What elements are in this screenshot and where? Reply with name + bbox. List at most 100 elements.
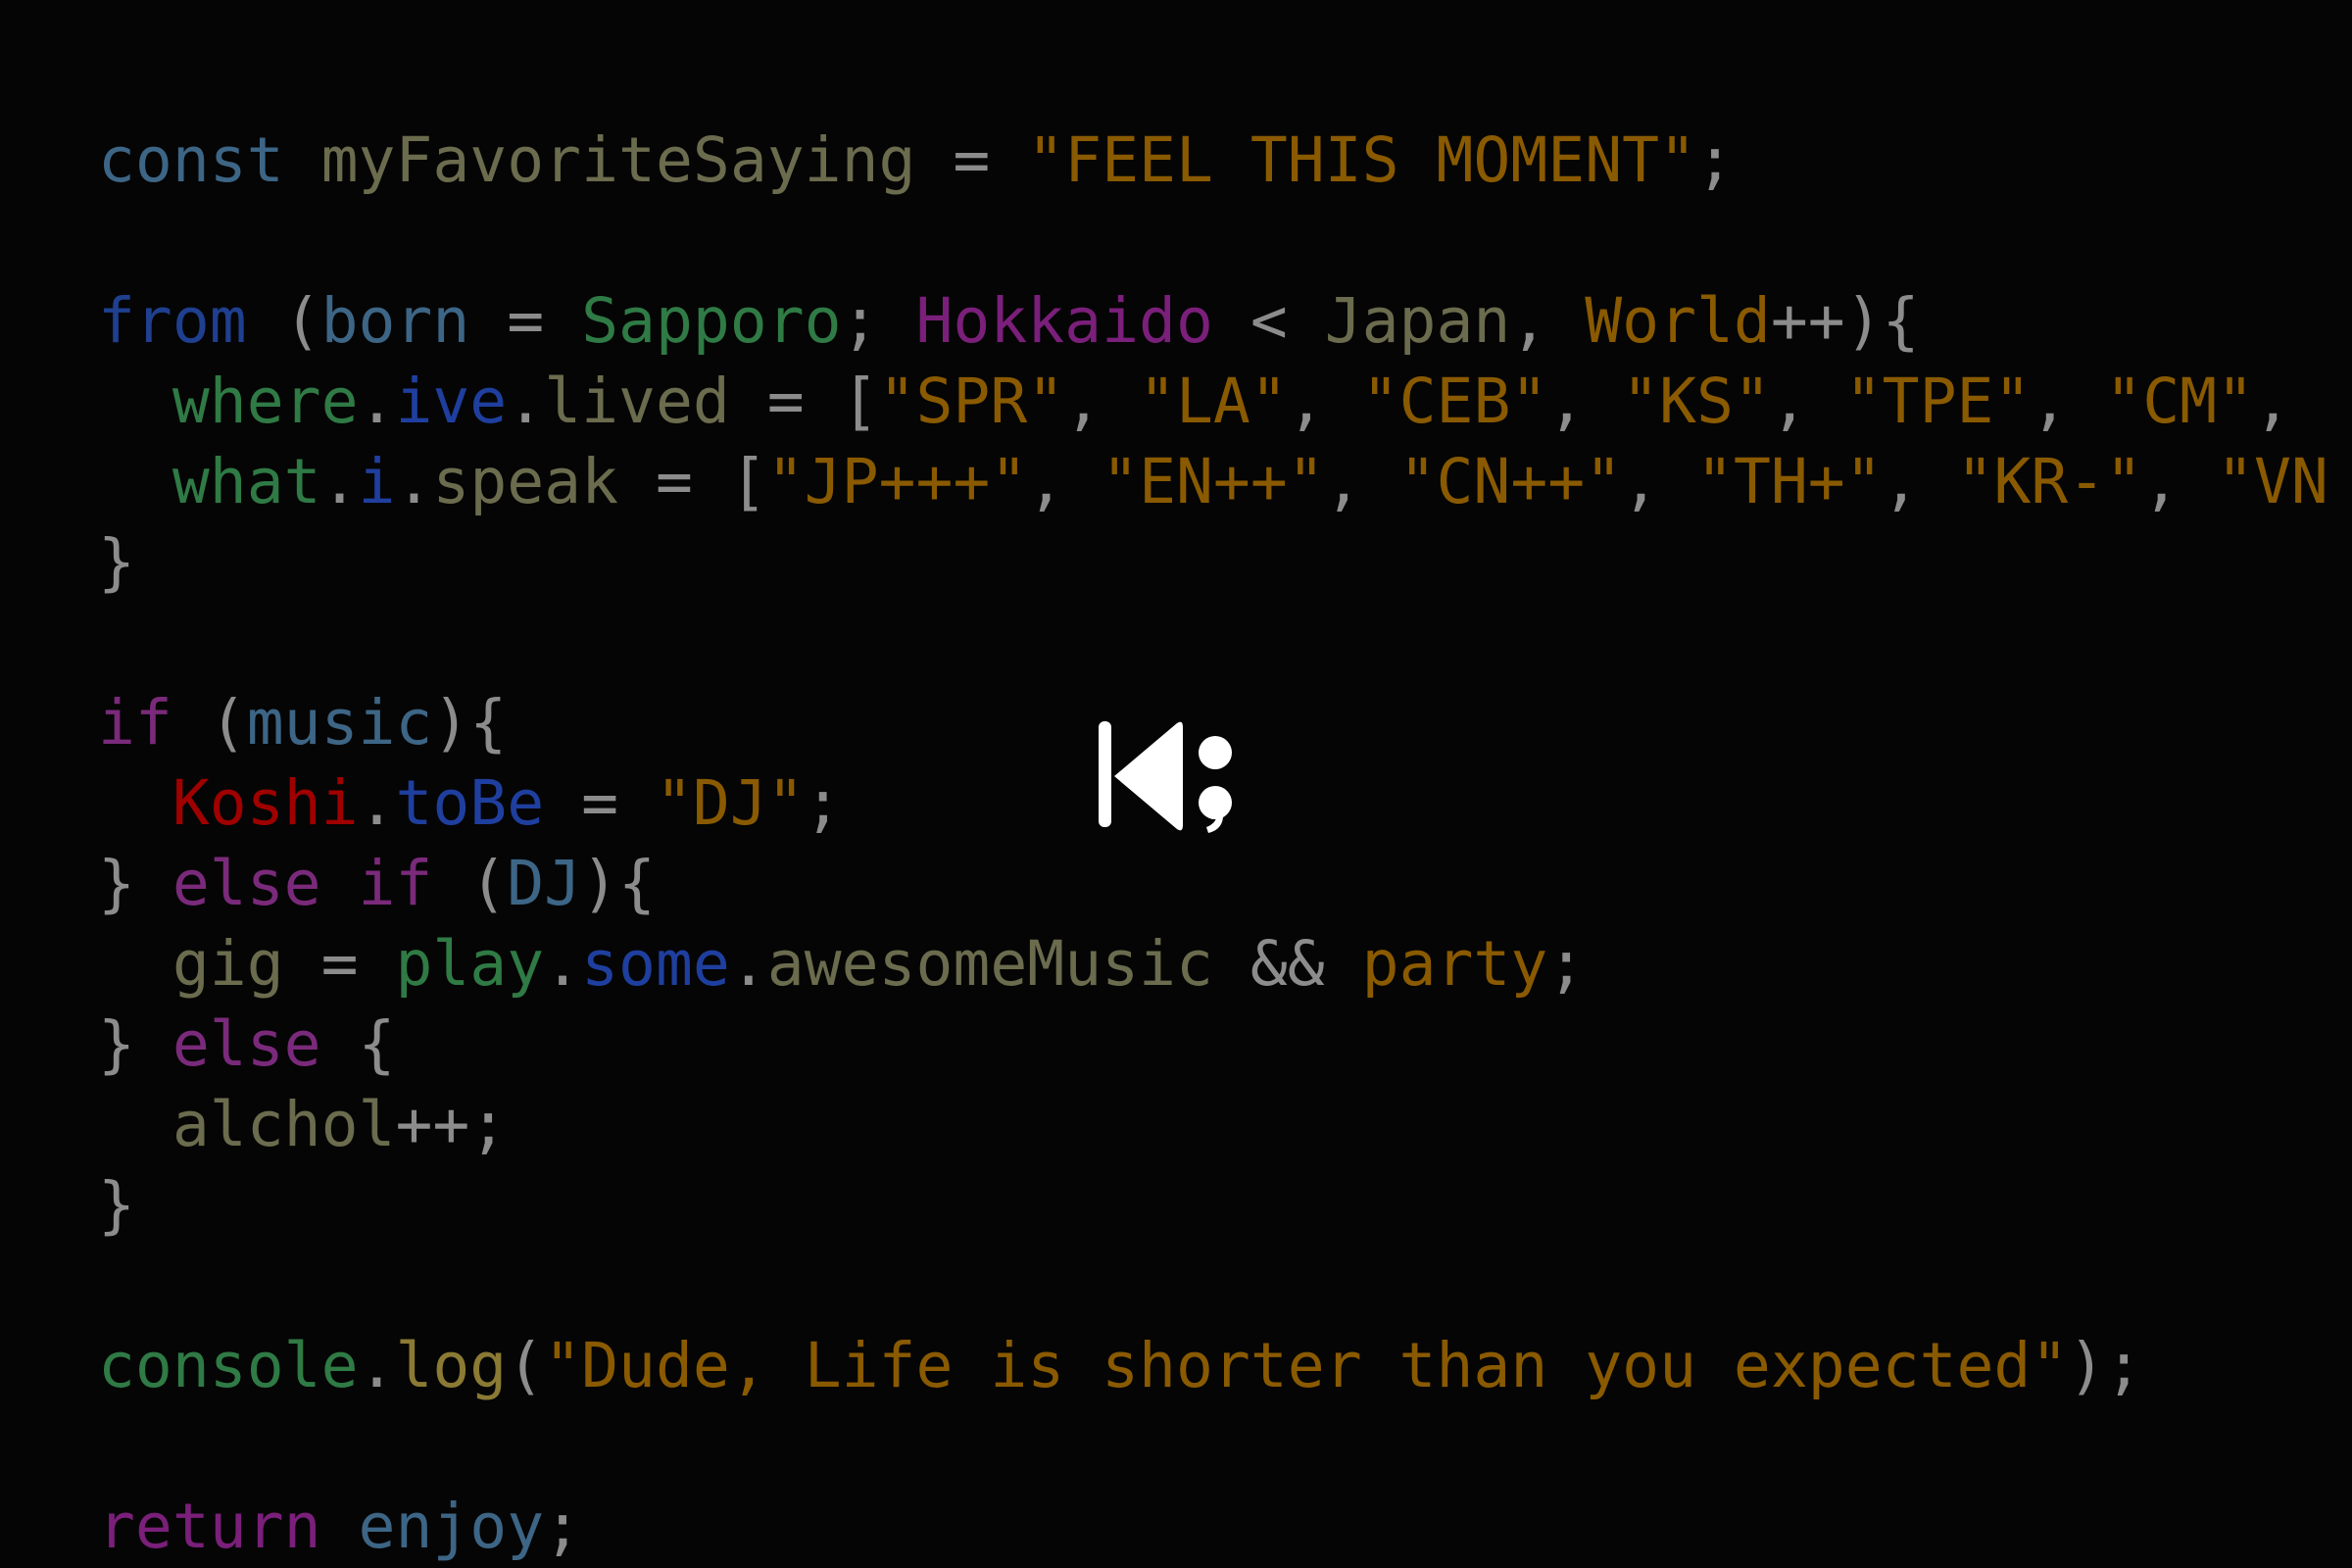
- code-token: }: [98, 526, 135, 598]
- code-token: );: [2068, 1330, 2143, 1401]
- code-line: const myFavoriteSaying = "FEEL THIS MOME…: [98, 121, 2352, 201]
- code-line: }: [98, 1165, 2352, 1246]
- code-line: alchol++;: [98, 1085, 2352, 1165]
- code-token: i: [358, 446, 396, 517]
- code-token: ;: [1696, 124, 1734, 196]
- code-line: what.i.speak = ["JP+++", "EN++", "CN++",…: [98, 442, 2352, 522]
- code-token: =: [283, 928, 396, 1000]
- code-token: "JP+++": [766, 446, 1028, 517]
- code-line: console.log("Dude, Life is shorter than …: [98, 1326, 2352, 1406]
- code-token: ,: [1027, 446, 1102, 517]
- code-token: DJ: [507, 848, 582, 919]
- code-token: "FEEL THIS MOMENT": [1027, 124, 1696, 196]
- code-token: .: [358, 767, 396, 839]
- code-token: "KS": [1622, 366, 1771, 437]
- code-token: ,: [2031, 366, 2106, 437]
- code-token: <: [1212, 285, 1325, 357]
- code-token: =: [915, 124, 1028, 196]
- code-line: } else {: [98, 1004, 2352, 1085]
- code-token: myFavoriteSaying: [320, 124, 916, 196]
- code-token: "Dude, Life is shorter than you expected…: [544, 1330, 2069, 1401]
- code-token: ,: [1547, 366, 1623, 437]
- code-token: ,: [1064, 366, 1140, 437]
- code-token: (: [432, 848, 508, 919]
- code-token: Sapporo: [581, 285, 842, 357]
- code-token: ,: [2142, 446, 2218, 517]
- code-token: =: [544, 767, 656, 839]
- code-token: {: [320, 1008, 396, 1080]
- code-token: (: [172, 687, 247, 759]
- code-token: enjoy: [358, 1491, 545, 1562]
- code-token: (: [246, 285, 321, 357]
- code-token: World: [1585, 285, 1771, 357]
- code-art-banner: const myFavoriteSaying = "FEEL THIS MOME…: [0, 0, 2352, 1568]
- code-token: "TH+": [1696, 446, 1883, 517]
- code-token: .: [395, 446, 433, 517]
- code-token: "CN++": [1398, 446, 1623, 517]
- code-token: }: [98, 1008, 172, 1080]
- code-token: = [: [729, 366, 879, 437]
- code-token: "VN: [2217, 446, 2328, 517]
- code-token: = [: [618, 446, 767, 517]
- code-token: &&: [1212, 928, 1362, 1000]
- code-token: .: [507, 366, 545, 437]
- code-token: ;: [841, 285, 916, 357]
- code-token: "CM": [2105, 366, 2254, 437]
- code-token: some: [581, 928, 730, 1000]
- code-token: gig: [172, 928, 284, 1000]
- code-token: where: [172, 366, 359, 437]
- code-token: alchol: [172, 1089, 396, 1160]
- code-token: party: [1361, 928, 1548, 1000]
- code-listing: const myFavoriteSaying = "FEEL THIS MOME…: [98, 121, 2352, 1567]
- code-token: ++;: [395, 1089, 508, 1160]
- code-token: Japan: [1324, 285, 1511, 357]
- code-token: ,: [1510, 285, 1586, 357]
- code-token: ;: [804, 767, 842, 839]
- code-token: "SPR": [878, 366, 1065, 437]
- code-token: "LA": [1139, 366, 1288, 437]
- code-token: lived: [544, 366, 730, 437]
- code-token: born: [320, 285, 470, 357]
- code-token: "EN++": [1102, 446, 1325, 517]
- code-token: ;: [1547, 928, 1586, 1000]
- code-token: log: [395, 1330, 508, 1401]
- code-token: ++){: [1770, 285, 1920, 357]
- code-token: ;: [544, 1491, 582, 1562]
- code-line: where.ive.lived = ["SPR", "LA", "CEB", "…: [98, 362, 2352, 442]
- code-token: const: [98, 124, 284, 196]
- code-token: if: [98, 687, 172, 759]
- code-token: ,: [1882, 446, 1957, 517]
- code-token: ,: [1324, 446, 1399, 517]
- code-line: } else if (DJ){: [98, 844, 2352, 924]
- code-token: ,: [1287, 366, 1362, 437]
- code-token: console: [98, 1330, 359, 1401]
- code-token: .: [358, 366, 396, 437]
- code-token: return: [98, 1491, 321, 1562]
- code-token: }: [98, 1169, 135, 1241]
- code-token: .: [729, 928, 767, 1000]
- code-token: music: [246, 687, 433, 759]
- code-token: .: [320, 446, 359, 517]
- code-token: "KR-": [1956, 446, 2143, 517]
- code-token: else if: [172, 848, 433, 919]
- code-token: ,: [1622, 446, 1697, 517]
- code-token: toBe: [395, 767, 545, 839]
- code-token: "CEB": [1361, 366, 1548, 437]
- code-token: what: [172, 446, 321, 517]
- code-token: from: [98, 285, 247, 357]
- code-token: "TPE": [1844, 366, 2032, 437]
- code-line: gig = play.some.awesomeMusic && party;: [98, 924, 2352, 1004]
- code-token: .: [544, 928, 582, 1000]
- code-token: ){: [581, 848, 656, 919]
- code-token: }: [98, 848, 172, 919]
